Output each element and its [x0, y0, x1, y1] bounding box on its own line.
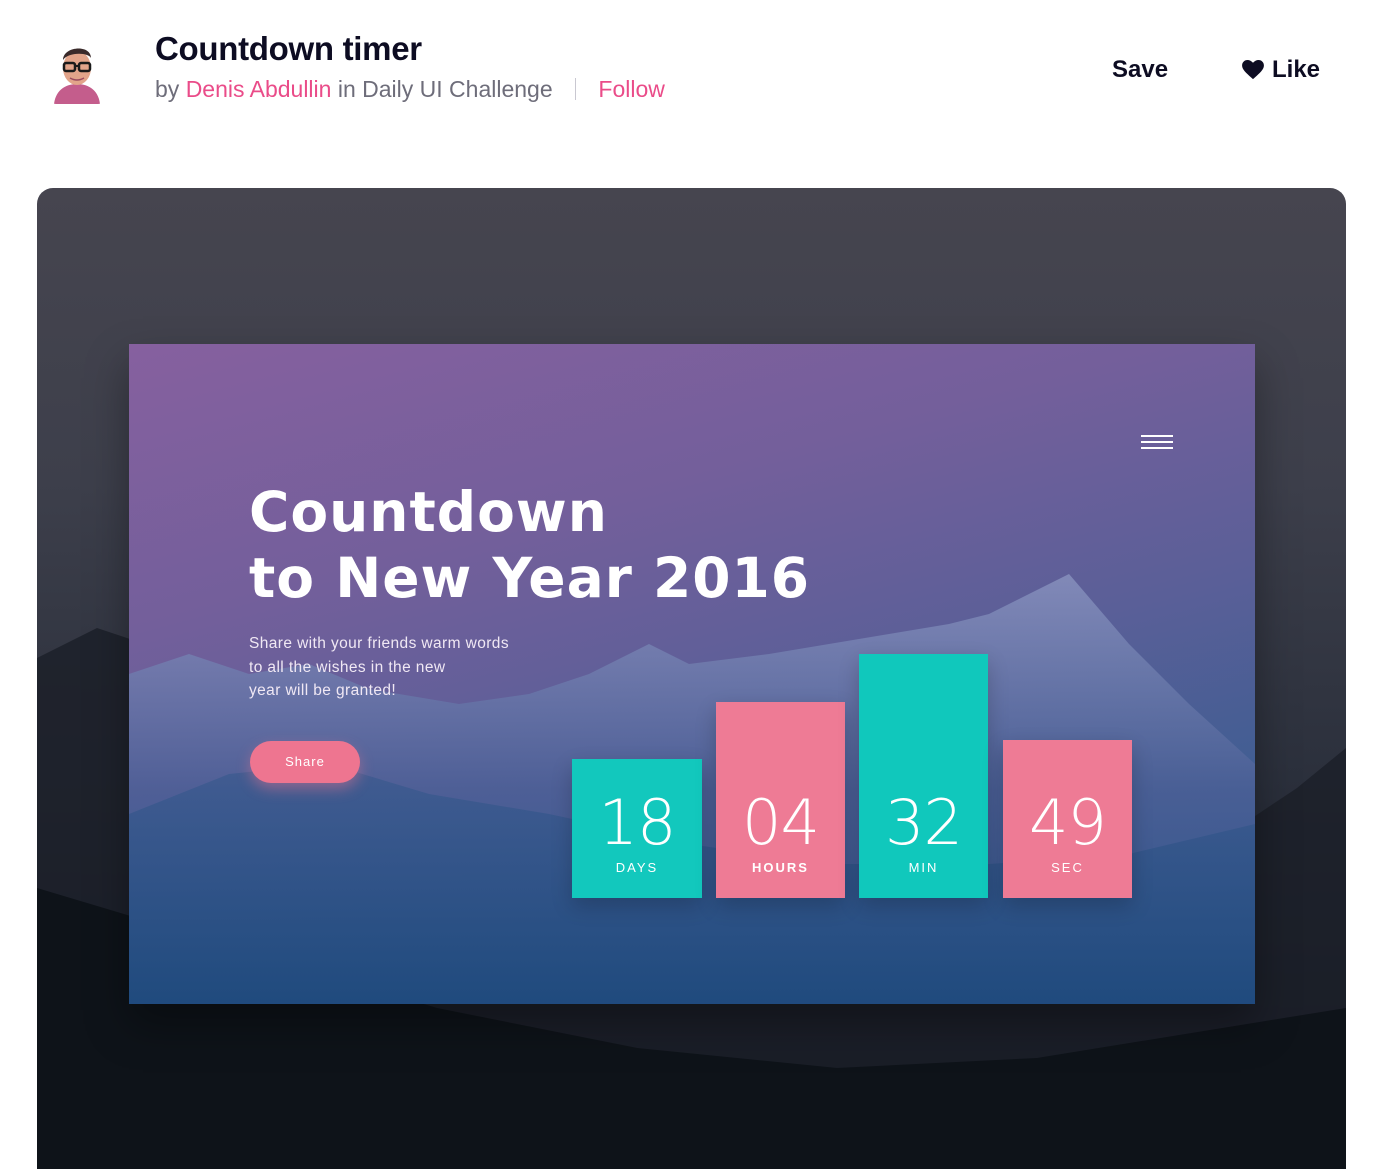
- min-value: 32: [885, 786, 963, 859]
- byline-in: in: [337, 76, 356, 102]
- countdown-design-card: Countdown to New Year 2016 Share with yo…: [129, 344, 1255, 1004]
- description-line-3: year will be granted!: [249, 682, 397, 699]
- hours-value: 04: [742, 786, 820, 859]
- countdown-tile-min: 32 MIN: [859, 654, 988, 898]
- headline-line-1: Countdown: [249, 480, 608, 544]
- sec-value: 49: [1029, 786, 1107, 859]
- byline-by: by: [155, 76, 180, 102]
- countdown-tile-hours: 04 HOURS: [716, 702, 845, 898]
- countdown-tile-days: 18 DAYS: [572, 759, 702, 898]
- author-avatar[interactable]: [50, 38, 104, 104]
- byline: by Denis Abdullin in Daily UI Challenge …: [155, 76, 665, 103]
- hamburger-menu-icon[interactable]: [1141, 435, 1173, 451]
- follow-button[interactable]: Follow: [598, 76, 664, 102]
- shot-page: Countdown timer by Denis Abdullin in Dai…: [0, 0, 1400, 1169]
- avatar-portrait: [50, 38, 104, 104]
- shot-title: Countdown timer: [155, 30, 422, 67]
- headline-line-2: to New Year 2016: [249, 546, 811, 610]
- shot-media[interactable]: Countdown to New Year 2016 Share with yo…: [37, 188, 1346, 1169]
- heart-icon: [1242, 60, 1264, 80]
- countdown-tile-sec: 49 SEC: [1003, 740, 1132, 898]
- author-link[interactable]: Denis Abdullin: [186, 76, 332, 102]
- like-button[interactable]: Like: [1242, 56, 1320, 84]
- countdown-description: Share with your friends warm words to al…: [249, 632, 579, 703]
- sec-label: SEC: [1051, 860, 1084, 875]
- save-button[interactable]: Save: [1112, 56, 1168, 84]
- shot-header: Countdown timer by Denis Abdullin in Dai…: [0, 0, 1400, 140]
- byline-divider: [575, 78, 577, 100]
- team-link[interactable]: Daily UI Challenge: [362, 76, 552, 102]
- days-label: DAYS: [615, 860, 659, 875]
- like-label: Like: [1272, 56, 1321, 83]
- description-line-1: Share with your friends warm words: [249, 635, 509, 652]
- hours-label: HOURS: [752, 860, 809, 875]
- description-line-2: to all the wishes in the new: [249, 658, 446, 676]
- countdown-headline: Countdown to New Year 2016: [249, 479, 810, 611]
- min-label: MIN: [908, 860, 939, 875]
- days-value: 18: [598, 786, 677, 859]
- share-button[interactable]: Share: [250, 741, 360, 783]
